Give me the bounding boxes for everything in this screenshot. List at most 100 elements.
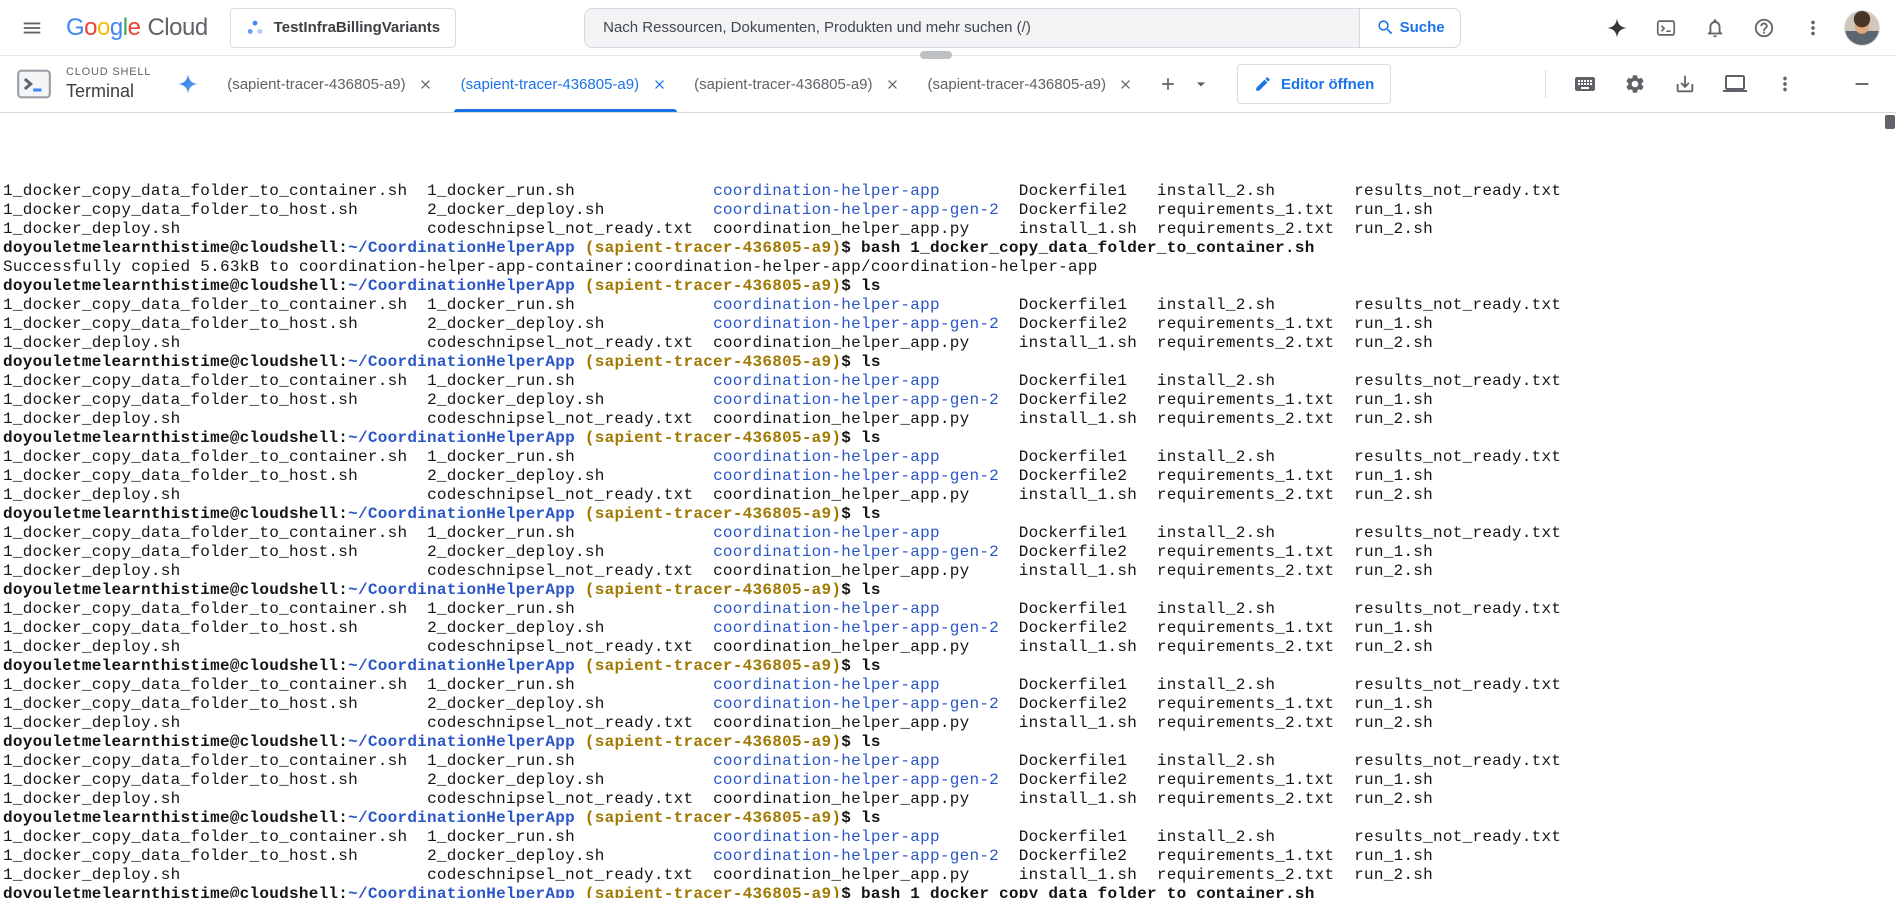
column-gap: [940, 600, 1019, 618]
panel-resize-handle[interactable]: [920, 51, 952, 59]
column-gap: [969, 562, 1018, 580]
prompt-path: ~/CoordinationHelperApp: [348, 277, 575, 295]
new-tab-button[interactable]: [1149, 65, 1187, 103]
prompt-dollar: $: [841, 505, 861, 523]
file-name: run_1.sh: [1354, 543, 1434, 561]
file-name: requirements_1.txt: [1156, 695, 1335, 713]
gemini-spark-blue-icon: [178, 74, 198, 94]
terminal-line: 1_docker_deploy.sh codeschnipsel_not_rea…: [3, 486, 1882, 505]
tab-close-button[interactable]: [1115, 73, 1137, 95]
column-gap: [605, 847, 713, 865]
column-gap: [1137, 410, 1157, 428]
tab-close-button[interactable]: [882, 73, 904, 95]
shell-tab-3[interactable]: (sapient-tracer-436805-a9): [682, 56, 915, 112]
file-name: results_not_ready.txt: [1354, 828, 1562, 846]
keyboard-button[interactable]: [1562, 61, 1608, 107]
prompt-dollar: $: [841, 657, 861, 675]
tab-close-button[interactable]: [415, 73, 437, 95]
column-gap: [575, 600, 713, 618]
column-gap: [181, 562, 428, 580]
open-new-window-button[interactable]: [1712, 61, 1758, 107]
file-name: coordination_helper_app.py: [713, 410, 970, 428]
file-name: run_1.sh: [1354, 391, 1434, 409]
prompt-user-host: doyouletmelearnthistime@cloudshell:: [3, 505, 349, 523]
file-name: run_2.sh: [1354, 486, 1434, 504]
file-name: Dockerfile1: [1018, 600, 1128, 618]
file-name: run_1.sh: [1354, 619, 1434, 637]
directory-name: coordination-helper-app: [713, 296, 940, 314]
column-gap: [1127, 315, 1157, 333]
file-name: codeschnipsel_not_ready.txt: [427, 486, 694, 504]
shell-tab-1[interactable]: (sapient-tracer-436805-a9): [215, 56, 448, 112]
prompt-path: ~/CoordinationHelperApp: [348, 581, 575, 599]
column-gap: [1127, 619, 1157, 637]
file-name: 1_docker_copy_data_folder_to_host.sh: [3, 543, 359, 561]
column-gap: [940, 752, 1019, 770]
file-name: run_1.sh: [1354, 201, 1434, 219]
file-name: install_1.sh: [1018, 486, 1138, 504]
prompt-dollar: $: [841, 353, 861, 371]
prompt-path: ~/CoordinationHelperApp: [348, 885, 575, 898]
account-button[interactable]: [1840, 6, 1884, 50]
terminal-line: 1_docker_copy_data_folder_to_host.sh 2_d…: [3, 315, 1882, 334]
logo-letter: G: [66, 13, 85, 41]
search-input[interactable]: [584, 7, 1360, 48]
gemini-button[interactable]: [1595, 6, 1639, 50]
terminal-line: doyouletmelearnthistime@cloudshell:~/Coo…: [3, 429, 1882, 448]
terminal-line: 1_docker_deploy.sh codeschnipsel_not_rea…: [3, 790, 1882, 809]
command-text: ls: [861, 809, 881, 827]
search-button[interactable]: Suche: [1359, 7, 1462, 48]
file-name: 1_docker_deploy.sh: [3, 486, 181, 504]
directory-name: coordination-helper-app-gen-2: [713, 847, 1000, 865]
file-name: coordination_helper_app.py: [713, 562, 970, 580]
gemini-terminal-button[interactable]: [169, 65, 207, 103]
column-gap: [999, 543, 1019, 561]
column-gap: [605, 315, 713, 333]
project-selector-button[interactable]: TestInfraBillingVariants: [229, 7, 457, 48]
file-name: Dockerfile1: [1018, 296, 1128, 314]
column-gap: [1334, 486, 1354, 504]
main-menu-button[interactable]: [10, 6, 54, 50]
terminal-settings-button[interactable]: [1612, 61, 1658, 107]
prompt-path: ~/CoordinationHelperApp: [348, 353, 575, 371]
file-name: Dockerfile2: [1018, 771, 1128, 789]
file-name: requirements_2.txt: [1156, 410, 1335, 428]
tab-menu-button[interactable]: [1187, 65, 1215, 103]
column-gap: [969, 790, 1018, 808]
column-gap: [693, 866, 713, 884]
file-name: codeschnipsel_not_ready.txt: [427, 334, 694, 352]
tab-close-button[interactable]: [648, 73, 670, 95]
google-cloud-logo[interactable]: Google Cloud: [66, 14, 208, 42]
column-gap: [358, 391, 427, 409]
minimize-button[interactable]: [1840, 62, 1884, 106]
file-name: install_1.sh: [1018, 714, 1138, 732]
open-editor-button[interactable]: Editor öffnen: [1236, 64, 1392, 104]
tab-label: (sapient-tracer-436805-a9): [927, 75, 1106, 93]
column-gap: [1127, 600, 1157, 618]
column-gap: [969, 638, 1018, 656]
notifications-button[interactable]: [1693, 6, 1737, 50]
laptop-icon: [1723, 75, 1747, 92]
column-gap: [1137, 334, 1157, 352]
file-name: 2_docker_deploy.sh: [427, 467, 605, 485]
more-terminal-options-button[interactable]: [1762, 61, 1808, 107]
terminal-output[interactable]: 1_docker_copy_data_folder_to_container.s…: [0, 113, 1896, 898]
download-button[interactable]: [1662, 61, 1708, 107]
cloud-shell-activate-button[interactable]: [1644, 6, 1688, 50]
terminal-scrollbar-thumb[interactable]: [1885, 115, 1895, 129]
file-name: coordination_helper_app.py: [713, 638, 970, 656]
prompt-dollar: $: [841, 809, 861, 827]
more-vert-icon: [1783, 76, 1787, 92]
column-gap: [407, 448, 427, 466]
prompt-dollar: $: [841, 581, 861, 599]
terminal-title: Terminal: [66, 80, 135, 101]
column-gap: [1127, 467, 1157, 485]
shell-tab-2[interactable]: (sapient-tracer-436805-a9): [449, 56, 682, 112]
prompt-project: (sapient-tracer-436805-a9): [584, 885, 842, 898]
shell-tab-4[interactable]: (sapient-tracer-436805-a9): [916, 56, 1149, 112]
help-button[interactable]: [1742, 6, 1786, 50]
file-name: results_not_ready.txt: [1354, 372, 1562, 390]
file-name: 2_docker_deploy.sh: [427, 619, 605, 637]
more-options-button[interactable]: [1791, 6, 1835, 50]
